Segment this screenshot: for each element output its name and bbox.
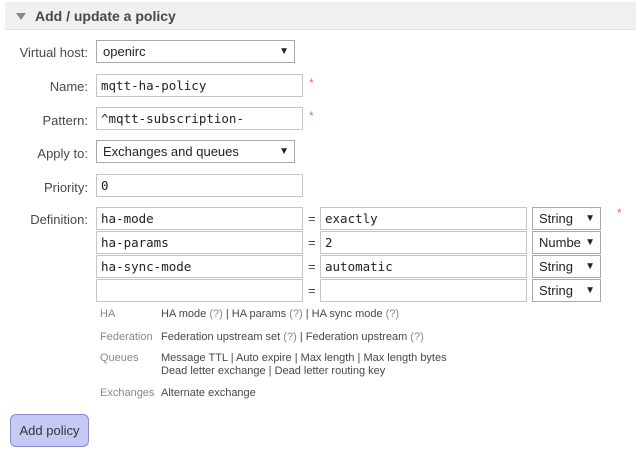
collapse-triangle-icon[interactable] [16,13,26,20]
help-link-ha-sync-mode[interactable]: HA sync mode [312,308,383,320]
definition-type-select[interactable]: String ▼ [532,207,601,230]
separator: | [299,331,303,343]
name-input[interactable]: mqtt-ha-policy [96,74,303,97]
section-title: Add / update a policy [35,8,176,24]
help-link-federation-upstream-set[interactable]: Federation upstream set [161,331,280,343]
definition-key-input[interactable]: ha-params [96,231,303,254]
separator: | [225,308,229,320]
apply-to-select-value: Exchanges and queues [103,144,239,159]
definition-key-input[interactable]: ha-mode [96,207,303,230]
definition-key-input[interactable]: ha-sync-mode [96,255,303,278]
separator: | [268,365,272,377]
help-link-ha-params[interactable]: HA params [232,308,286,320]
definition-type-select[interactable]: String ▼ [532,255,601,278]
help-federation-links: Federation upstream set (?) | Federation… [161,331,424,344]
help-link-message-ttl[interactable]: Message TTL [161,352,228,364]
help-icon[interactable]: (?) [289,308,302,320]
help-link-max-length-bytes[interactable]: Max length bytes [363,352,446,364]
separator: | [294,352,298,364]
separator: | [357,352,361,364]
help-exchanges-links: Alternate exchange [161,387,256,400]
definition-type-select[interactable]: Numbe ▼ [532,231,601,254]
help-category-queues: Queues [100,352,139,364]
section-header[interactable]: Add / update a policy [5,2,636,30]
equals-sign: = [308,259,316,274]
help-link-max-length[interactable]: Max length [301,352,355,364]
equals-sign: = [308,283,316,298]
separator: | [305,308,309,320]
help-link-alternate-exchange[interactable]: Alternate exchange [161,387,256,399]
add-policy-button[interactable]: Add policy [10,414,89,447]
vhost-label: Virtual host: [19,45,88,60]
pattern-required-mark: * [309,109,314,123]
equals-sign: = [308,235,316,250]
help-link-auto-expire[interactable]: Auto expire [236,352,292,364]
vhost-select[interactable]: openirc ▼ [96,40,295,63]
definition-type-select[interactable]: String ▼ [532,279,601,302]
separator: | [230,352,234,364]
definition-type-value: String [539,211,573,226]
help-link-federation-upstream[interactable]: Federation upstream [306,331,408,343]
definition-type-value: String [539,283,573,298]
equals-sign: = [308,211,316,226]
definition-type-value: Numbe [539,235,581,250]
definition-value-input[interactable]: 2 [320,231,527,254]
definition-type-value: String [539,259,573,274]
definition-value-input[interactable]: automatic [320,255,527,278]
priority-input[interactable]: 0 [96,174,303,197]
priority-label: Priority: [43,180,88,195]
dropdown-arrow-icon: ▼ [585,261,595,272]
apply-to-label: Apply to: [37,146,88,161]
pattern-input[interactable]: ^mqtt-subscription- [96,107,303,130]
help-icon[interactable]: (?) [283,331,296,343]
dropdown-arrow-icon: ▼ [279,46,289,57]
help-queues-links: Message TTL | Auto expire | Max length |… [161,352,447,378]
definition-label: Definition: [30,212,88,227]
help-category-federation: Federation [100,331,153,343]
dropdown-arrow-icon: ▼ [279,146,289,157]
vhost-select-value: openirc [103,44,146,59]
name-label: Name: [49,79,88,94]
pattern-label: Pattern: [42,113,88,128]
help-link-ha-mode[interactable]: HA mode [161,308,206,320]
help-link-dead-letter-exchange[interactable]: Dead letter exchange [161,365,266,377]
help-category-exchanges: Exchanges [100,387,155,399]
definition-value-input[interactable]: exactly [320,207,527,230]
apply-to-select[interactable]: Exchanges and queues ▼ [96,140,295,163]
help-icon[interactable]: (?) [209,308,222,320]
name-required-mark: * [309,76,314,90]
help-category-ha: HA [100,308,116,320]
definition-key-input[interactable] [96,279,303,302]
help-icon[interactable]: (?) [386,308,399,320]
help-link-dead-letter-routing-key[interactable]: Dead letter routing key [275,365,386,377]
definition-required-mark: * [617,206,622,220]
dropdown-arrow-icon: ▼ [585,213,595,224]
definition-value-input[interactable] [320,279,527,302]
dropdown-arrow-icon: ▼ [585,237,595,248]
help-ha-links: HA mode (?) | HA params (?) | HA sync mo… [161,308,399,321]
help-icon[interactable]: (?) [410,331,423,343]
dropdown-arrow-icon: ▼ [585,285,595,296]
